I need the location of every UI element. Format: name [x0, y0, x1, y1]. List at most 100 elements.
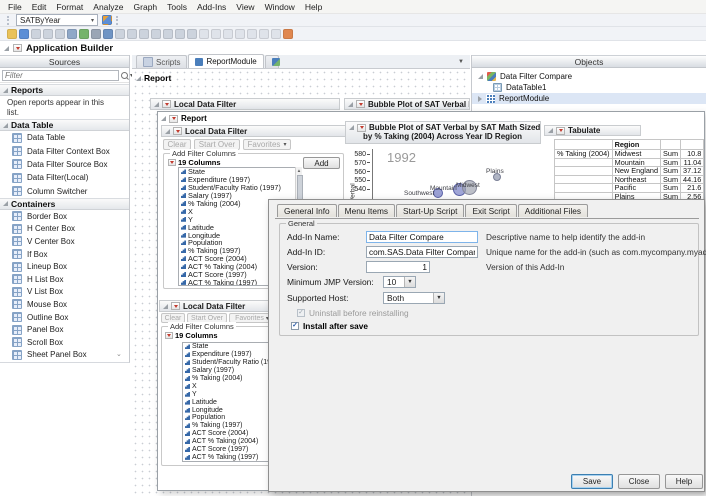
tab-new-module[interactable]	[265, 55, 279, 68]
filter-column-item[interactable]: % Taking (2004)	[183, 375, 276, 383]
cut-icon[interactable]	[31, 29, 41, 39]
sort-icon[interactable]	[211, 29, 221, 39]
matched-pairs-icon[interactable]	[151, 29, 161, 39]
rows-icon[interactable]	[271, 29, 281, 39]
menu-item[interactable]: Window	[260, 2, 300, 12]
join-icon[interactable]	[247, 29, 257, 39]
red-triangle-menu-icon[interactable]	[173, 127, 182, 135]
add-in-name-input[interactable]	[366, 231, 478, 243]
bubble-plot-header[interactable]: Bubble Plot of SAT Verbal by SAT Math Si…	[345, 121, 541, 144]
source-list-item[interactable]: If Box	[0, 248, 129, 261]
menu-item[interactable]: View	[231, 2, 259, 12]
version-input[interactable]	[366, 261, 430, 273]
filter-column-item[interactable]: ACT % Taking (2004)	[183, 438, 276, 446]
dialog-tab[interactable]: General Info	[277, 204, 337, 217]
uninstall-checkbox[interactable]: ✓	[297, 309, 305, 317]
filter-column-item[interactable]: % Taking (1997)	[183, 422, 276, 430]
source-list-item[interactable]: Panel Box	[0, 323, 129, 336]
table-row[interactable]: Pacific Sum 21.6	[555, 184, 704, 193]
menu-item[interactable]: File	[3, 2, 27, 12]
copy-icon[interactable]	[43, 29, 53, 39]
columns-icon[interactable]	[259, 29, 269, 39]
install-checkbox[interactable]: ✓	[291, 322, 299, 330]
min-jmp-version-select[interactable]: 10 ▼	[383, 276, 416, 288]
scroll-up-icon[interactable]: ▲	[296, 168, 302, 173]
menu-item[interactable]: Analyze	[88, 2, 128, 12]
table-row[interactable]: New England Sum 37.12	[555, 167, 704, 176]
filter-column-item[interactable]: Expenditure (1997)	[183, 351, 276, 359]
red-triangle-menu-icon[interactable]	[171, 302, 180, 310]
filter-column-item[interactable]: Latitude	[183, 398, 276, 406]
section-header-containers[interactable]: Containers	[0, 198, 129, 210]
design-local-data-filter-header[interactable]: Local Data Filter	[150, 98, 340, 110]
section-header-reports[interactable]: Reports	[0, 84, 129, 96]
menu-item[interactable]: Help	[300, 2, 327, 12]
table-row[interactable]: % Taking (2004) Midwest Sum 10.8	[555, 150, 704, 159]
filter-column-item[interactable]: ACT Score (2004)	[183, 430, 276, 438]
source-list-item[interactable]: Outline Box	[0, 311, 129, 324]
columns-tree-node[interactable]: 19 Columns	[168, 158, 221, 167]
tabulate-header[interactable]: Tabulate	[544, 125, 641, 136]
source-list-item[interactable]: V Center Box	[0, 235, 129, 248]
new-table-icon[interactable]	[199, 29, 209, 39]
dialog-tab[interactable]: Additional Files	[518, 204, 588, 217]
filter-column-item[interactable]: Salary (1997)	[183, 367, 276, 375]
preview-report-outline[interactable]: Report	[161, 114, 207, 123]
tree-item-datatable1[interactable]: DataTable1	[472, 82, 706, 93]
filter-column-item[interactable]: X	[183, 382, 276, 390]
dialog-tab[interactable]: Menu Items	[338, 204, 395, 217]
menu-item[interactable]: Tools	[162, 2, 192, 12]
source-list-item[interactable]: Scroll Box	[0, 336, 129, 349]
menu-item[interactable]: Format	[51, 2, 88, 12]
filter-input[interactable]	[2, 70, 119, 81]
paste-icon[interactable]	[55, 29, 65, 39]
filter-column-item[interactable]: Y	[183, 390, 276, 398]
add-button[interactable]: Add	[303, 157, 340, 169]
layout-icon[interactable]	[115, 29, 125, 39]
columns-tree-node[interactable]: 19 Columns	[165, 331, 218, 340]
red-triangle-menu-icon[interactable]	[357, 124, 366, 132]
filter-column-item[interactable]: ACT Score (1997)	[183, 446, 276, 454]
local-data-filter-header[interactable]: Local Data Filter	[161, 125, 346, 137]
tree-item-data-filter-compare[interactable]: Data Filter Compare	[472, 71, 706, 82]
source-list-item[interactable]: V List Box	[0, 286, 129, 299]
source-list-item[interactable]: Border Box	[0, 210, 129, 223]
fit-model-icon[interactable]	[163, 29, 173, 39]
subset-icon[interactable]	[235, 29, 245, 39]
save-icon[interactable]	[19, 29, 29, 39]
source-list-item[interactable]: Data Filter(Local)	[0, 171, 129, 184]
tools-icon[interactable]	[91, 29, 101, 39]
source-list-item[interactable]: Data Filter Context Box	[0, 144, 129, 157]
distribution-icon[interactable]	[127, 29, 137, 39]
pin-panel-icon[interactable]: ▼	[458, 59, 464, 65]
filter-column-item[interactable]: Population	[183, 414, 276, 422]
expand-triangle-icon[interactable]	[478, 96, 482, 102]
design-bubble-plot-header[interactable]: Bubble Plot of SAT Verbal by SAT Math Si…	[344, 98, 470, 110]
section-header-data-table[interactable]: Data Table	[0, 119, 129, 131]
red-triangle-menu-icon[interactable]	[162, 100, 171, 108]
tab-scripts[interactable]: Scripts	[136, 55, 187, 68]
filter-column-item[interactable]: Longitude	[183, 406, 276, 414]
module-select[interactable]: SATByYear ▾	[16, 14, 98, 26]
journal-icon[interactable]	[67, 29, 77, 39]
data-table-icon[interactable]	[102, 15, 112, 25]
menu-item[interactable]: Edit	[27, 2, 52, 12]
graph-builder-icon[interactable]	[175, 29, 185, 39]
fit-y-by-x-icon[interactable]	[139, 29, 149, 39]
source-list-item[interactable]: Sheet Panel Box	[0, 348, 129, 361]
filter-column-item[interactable]: ACT % Taking (1997)	[183, 453, 276, 461]
filter-column-item[interactable]: State	[183, 343, 276, 351]
source-list-item[interactable]: Mouse Box	[0, 298, 129, 311]
supported-host-select[interactable]: Both ▼	[383, 292, 445, 304]
source-list-item[interactable]: H Center Box	[0, 223, 129, 236]
disclosure-triangle-icon[interactable]	[4, 46, 9, 51]
help-button[interactable]: Help	[665, 474, 703, 489]
source-list-item[interactable]: Column Switcher	[0, 185, 129, 198]
source-list-item[interactable]: H List Box	[0, 273, 129, 286]
dialog-tab[interactable]: Start-Up Script	[396, 204, 464, 217]
script-window-icon[interactable]	[103, 29, 113, 39]
open-file-icon[interactable]	[7, 29, 17, 39]
toolbar-grip[interactable]	[7, 16, 12, 25]
red-triangle-menu-icon[interactable]	[168, 159, 176, 166]
filter-columns-list[interactable]: State Expenditure (1997) Student/Faculty…	[182, 342, 277, 462]
